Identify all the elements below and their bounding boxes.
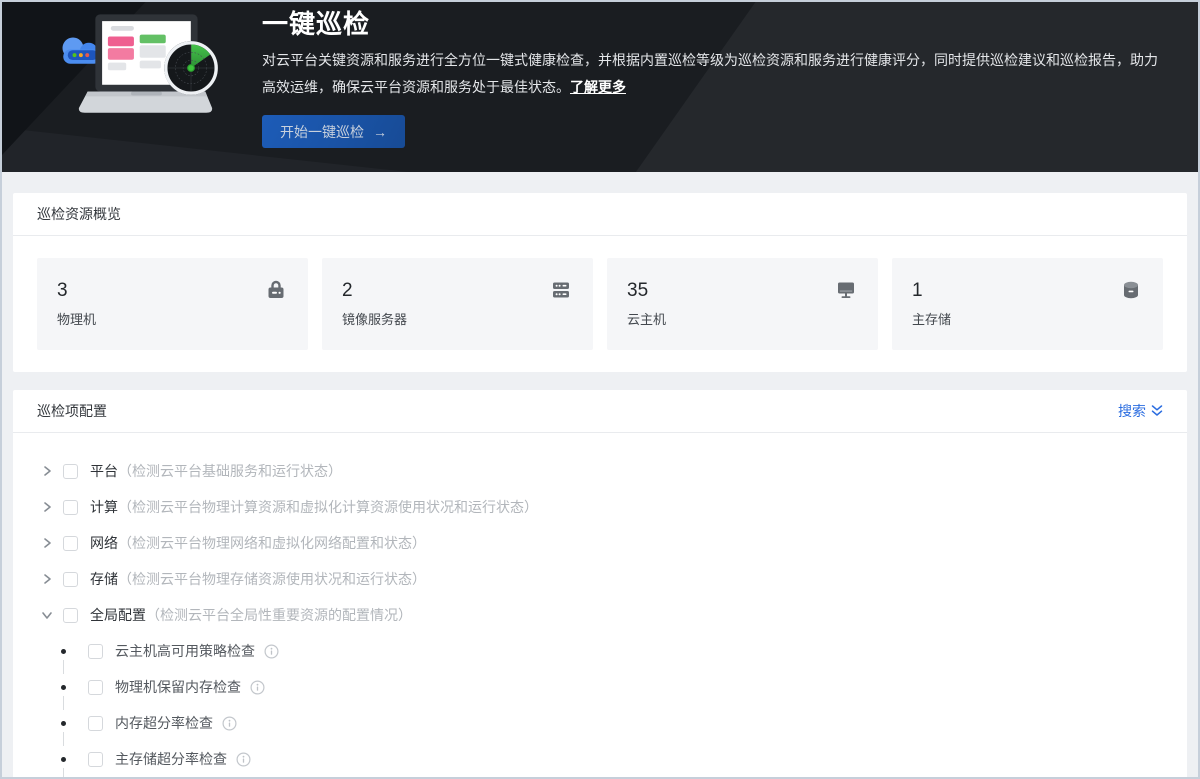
category-name: 计算 (90, 497, 118, 517)
resource-overview-header: 巡检资源概览 (13, 193, 1187, 236)
resource-card-physical-machine: 3 物理机 (37, 258, 308, 350)
chevron-right-icon[interactable] (41, 464, 55, 478)
arrow-right-icon: → (373, 124, 387, 140)
category-checkbox[interactable] (63, 500, 78, 515)
double-chevron-down-icon (1151, 405, 1163, 417)
inspection-illustration (58, 12, 233, 127)
stat-value: 2 (342, 280, 571, 302)
info-icon[interactable] (222, 716, 237, 731)
category-checkbox[interactable] (63, 464, 78, 479)
item-checkbox[interactable] (88, 680, 103, 695)
tree-category-global-config: 全局配置 （检测云平台全局性重要资源的配置情况） (41, 597, 1163, 633)
category-description: （检测云平台基础服务和运行状态） (118, 461, 342, 481)
resource-card-image-server: 2 镜像服务器 (322, 258, 593, 350)
cloud-host-icon (834, 278, 858, 302)
stat-label: 物理机 (57, 309, 286, 328)
page: 一键巡检 对云平台关键资源和服务进行全方位一键式健康检查，并根据内置巡检等级为巡… (0, 0, 1200, 779)
learn-more-link[interactable]: 了解更多 (570, 79, 626, 95)
bullet-icon (61, 649, 66, 654)
category-checkbox[interactable] (63, 536, 78, 551)
radar-icon (163, 40, 219, 96)
category-name: 网络 (90, 533, 118, 553)
category-checkbox[interactable] (63, 608, 78, 623)
inspection-config-panel: 巡检项配置 搜索 平台 （检测云平台基础服务和运行状态） (13, 390, 1187, 779)
stat-label: 镜像服务器 (342, 309, 571, 328)
start-inspection-button[interactable]: 开始一键巡检 → (262, 115, 405, 148)
resource-card-primary-storage: 1 主存储 (892, 258, 1163, 350)
category-description: （检测云平台物理存储资源使用状况和运行状态） (118, 569, 426, 589)
bullet-icon (61, 685, 66, 690)
category-name: 存储 (90, 569, 118, 589)
category-description: （检测云平台全局性重要资源的配置情况） (146, 605, 412, 625)
chevron-right-icon[interactable] (41, 500, 55, 514)
tree-item-primary-storage-overcommit-check: 主存储超分率检查 (41, 741, 1163, 777)
hero-content: 一键巡检 对云平台关键资源和服务进行全方位一键式健康检查，并根据内置巡检等级为巡… (262, 2, 1167, 148)
resource-overview-panel: 巡检资源概览 3 物理机 2 镜像服务器 (13, 193, 1187, 372)
physical-machine-icon (264, 278, 288, 302)
tree-item-memory-overcommit-check: 内存超分率检查 (41, 705, 1163, 741)
bullet-icon (61, 721, 66, 726)
inspection-config-header: 巡检项配置 搜索 (13, 390, 1187, 433)
hero-description: 对云平台关键资源和服务进行全方位一键式健康检查，并根据内置巡检等级为巡检资源和服… (262, 47, 1167, 101)
item-checkbox[interactable] (88, 752, 103, 767)
start-inspection-label: 开始一键巡检 (280, 122, 364, 142)
item-checkbox[interactable] (88, 644, 103, 659)
stat-value: 35 (627, 280, 856, 302)
stat-value: 1 (912, 280, 1141, 302)
category-checkbox[interactable] (63, 572, 78, 587)
item-checkbox[interactable] (88, 716, 103, 731)
inspection-tree: 平台 （检测云平台基础服务和运行状态） 计算 （检测云平台物理计算资源和虚拟化计… (13, 433, 1187, 777)
bullet-icon (61, 757, 66, 762)
tree-item-host-reserved-memory-check: 物理机保留内存检查 (41, 669, 1163, 705)
resource-cards: 3 物理机 2 镜像服务器 (13, 236, 1187, 350)
info-icon[interactable] (264, 644, 279, 659)
resource-overview-title: 巡检资源概览 (37, 204, 121, 224)
tree-category-network: 网络 （检测云平台物理网络和虚拟化网络配置和状态） (41, 525, 1163, 561)
info-icon[interactable] (250, 680, 265, 695)
info-icon[interactable] (236, 752, 251, 767)
stat-label: 云主机 (627, 309, 856, 328)
stat-label: 主存储 (912, 309, 1141, 328)
page-title: 一键巡检 (262, 6, 1167, 42)
primary-storage-icon (1119, 278, 1143, 302)
tree-guide-line (63, 768, 64, 779)
tree-category-storage: 存储 （检测云平台物理存储资源使用状况和运行状态） (41, 561, 1163, 597)
item-name: 云主机高可用策略检查 (115, 641, 255, 661)
resource-card-cloud-host: 35 云主机 (607, 258, 878, 350)
category-description: （检测云平台物理计算资源和虚拟化计算资源使用状况和运行状态） (118, 497, 538, 517)
item-name: 内存超分率检查 (115, 713, 213, 733)
image-server-icon (549, 278, 573, 302)
hero-banner: 一键巡检 对云平台关键资源和服务进行全方位一键式健康检查，并根据内置巡检等级为巡… (2, 2, 1198, 172)
tree-category-compute: 计算 （检测云平台物理计算资源和虚拟化计算资源使用状况和运行状态） (41, 489, 1163, 525)
item-name: 物理机保留内存检查 (115, 677, 241, 697)
hero-description-text: 对云平台关键资源和服务进行全方位一键式健康检查，并根据内置巡检等级为巡检资源和服… (262, 52, 1158, 95)
chevron-right-icon[interactable] (41, 536, 55, 550)
category-name: 全局配置 (90, 605, 146, 625)
search-label: 搜索 (1118, 401, 1146, 421)
chevron-down-icon[interactable] (41, 608, 55, 622)
category-name: 平台 (90, 461, 118, 481)
item-name: 主存储超分率检查 (115, 749, 227, 769)
tree-item-vm-ha-check: 云主机高可用策略检查 (41, 633, 1163, 669)
search-toggle[interactable]: 搜索 (1118, 401, 1163, 421)
tree-category-platform: 平台 （检测云平台基础服务和运行状态） (41, 453, 1163, 489)
inspection-config-title: 巡检项配置 (37, 401, 107, 421)
category-description: （检测云平台物理网络和虚拟化网络配置和状态） (118, 533, 426, 553)
chevron-right-icon[interactable] (41, 572, 55, 586)
stat-value: 3 (57, 280, 286, 302)
